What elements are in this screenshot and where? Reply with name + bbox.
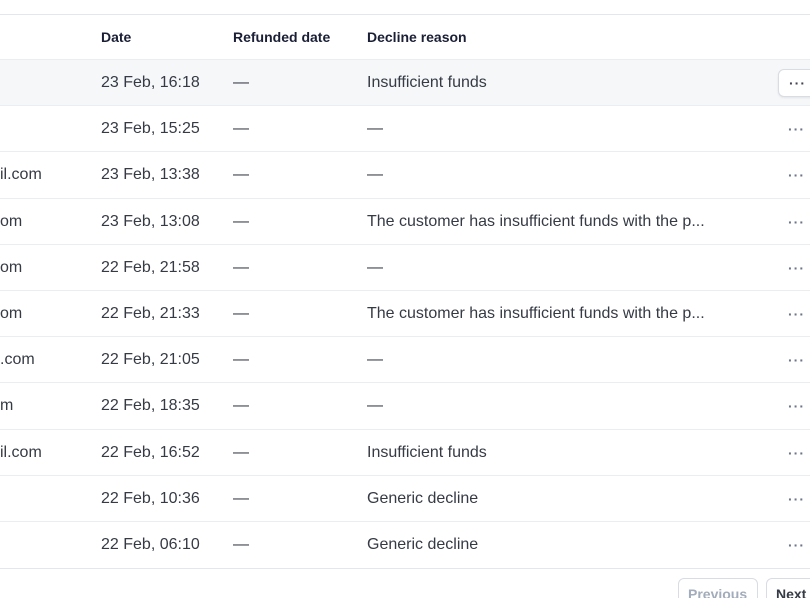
customer-email-cell: om	[0, 258, 23, 276]
table-row[interactable]: il.com 23 Feb, 13:38 — — ···	[0, 151, 810, 197]
bottom-divider	[0, 568, 810, 569]
customer-email-cell: om	[0, 304, 23, 322]
decline-reason-cell: —	[367, 397, 383, 415]
row-more-actions-icon[interactable]: ···	[778, 254, 810, 282]
row-more-actions-icon[interactable]: ···	[778, 300, 810, 328]
row-more-actions-icon[interactable]: ···	[778, 115, 810, 143]
refunded-date-cell: —	[233, 258, 249, 276]
table-row[interactable]: 22 Feb, 06:10 — Generic decline ···	[0, 520, 810, 567]
row-more-actions-icon[interactable]: ···	[778, 392, 810, 420]
decline-reason-cell: Generic decline	[367, 535, 479, 553]
table-row[interactable]: m 22 Feb, 18:35 — — ···	[0, 382, 810, 428]
table-row[interactable]: 23 Feb, 16:18 — Insufficient funds ···	[0, 59, 810, 106]
date-cell: 22 Feb, 18:35	[101, 397, 200, 415]
decline-reason-cell: Insufficient funds	[367, 443, 487, 461]
date-cell: 23 Feb, 13:38	[101, 166, 200, 184]
decline-reason-cell: —	[367, 166, 383, 184]
payments-table-body: 23 Feb, 16:18— Insufficient funds ··· 23 Fe…	[0, 59, 810, 567]
date-cell: 22 Feb, 21:05	[101, 351, 200, 369]
table-row[interactable]: .com 22 Feb, 21:05 — — ···	[0, 336, 810, 382]
decline-reason-cell: —	[367, 120, 383, 138]
customer-email-cell: m	[0, 397, 14, 415]
customer-email-cell: .com	[0, 351, 35, 369]
row-more-actions-icon[interactable]: ···	[778, 208, 810, 236]
refunded-date-cell: —	[233, 74, 249, 91]
refunded-date-cell: —	[233, 304, 249, 322]
table-row[interactable]: om 22 Feb, 21:58 — — ···	[0, 243, 810, 290]
row-more-actions-icon[interactable]: ···	[778, 531, 810, 559]
table-header: Date Refunded date Decline reason	[0, 15, 810, 59]
refunded-date-cell: —	[233, 351, 249, 369]
refunded-date-cell: —	[233, 535, 249, 553]
table-row[interactable]: om 23 Feb, 13:08 — The customer has insuffi…	[0, 197, 810, 244]
customer-email-cell: il.com	[0, 166, 42, 184]
table-row[interactable]: il.com 22 Feb, 16:52 — Insufficient funds ··…	[0, 428, 810, 475]
table-row[interactable]: 23 Feb, 15:25 — — ···	[0, 105, 810, 151]
date-cell: 23 Feb, 15:25	[101, 120, 200, 138]
row-more-actions-icon[interactable]: ···	[778, 439, 810, 467]
refunded-date-cell: —	[233, 397, 249, 415]
row-more-actions-icon[interactable]: ···	[778, 346, 810, 374]
date-cell: 22 Feb, 16:52	[101, 443, 200, 461]
decline-reason-cell: —	[367, 258, 383, 276]
decline-reason-cell: The customer has insufficient funds with…	[367, 304, 705, 322]
row-more-actions-icon[interactable]: ···	[778, 69, 810, 97]
column-header-decline-reason[interactable]: Decline reason	[367, 29, 467, 45]
previous-page-button[interactable]: Previous	[678, 578, 758, 598]
refunded-date-cell: —	[233, 166, 249, 184]
decline-reason-cell: The customer has insufficient funds with…	[367, 212, 705, 230]
date-cell: 23 Feb, 16:18	[101, 74, 200, 91]
refunded-date-cell: —	[233, 489, 249, 507]
row-more-actions-icon[interactable]: ···	[778, 485, 810, 513]
column-header-date[interactable]: Date	[101, 29, 131, 45]
row-more-actions-icon[interactable]: ···	[778, 161, 810, 189]
next-page-button[interactable]: Next	[766, 578, 810, 598]
customer-email-cell: om	[0, 212, 23, 230]
column-header-refunded-date[interactable]: Refunded date	[233, 29, 330, 45]
refunded-date-cell: —	[233, 443, 249, 461]
date-cell: 23 Feb, 13:08	[101, 212, 200, 230]
date-cell: 22 Feb, 21:33	[101, 304, 200, 322]
date-cell: 22 Feb, 21:58	[101, 258, 200, 276]
decline-reason-cell: Generic decline	[367, 489, 479, 507]
date-cell: 22 Feb, 06:10	[101, 535, 200, 553]
customer-email-cell: il.com	[0, 443, 42, 461]
decline-reason-cell: Insufficient funds	[367, 74, 487, 91]
table-row[interactable]: 22 Feb, 10:36 — Generic decline ···	[0, 474, 810, 521]
refunded-date-cell: —	[233, 120, 249, 138]
table-row[interactable]: om 22 Feb, 21:33 — The customer has insuffi…	[0, 289, 810, 336]
decline-reason-cell: —	[367, 351, 383, 369]
refunded-date-cell: —	[233, 212, 249, 230]
date-cell: 22 Feb, 10:36	[101, 489, 200, 507]
